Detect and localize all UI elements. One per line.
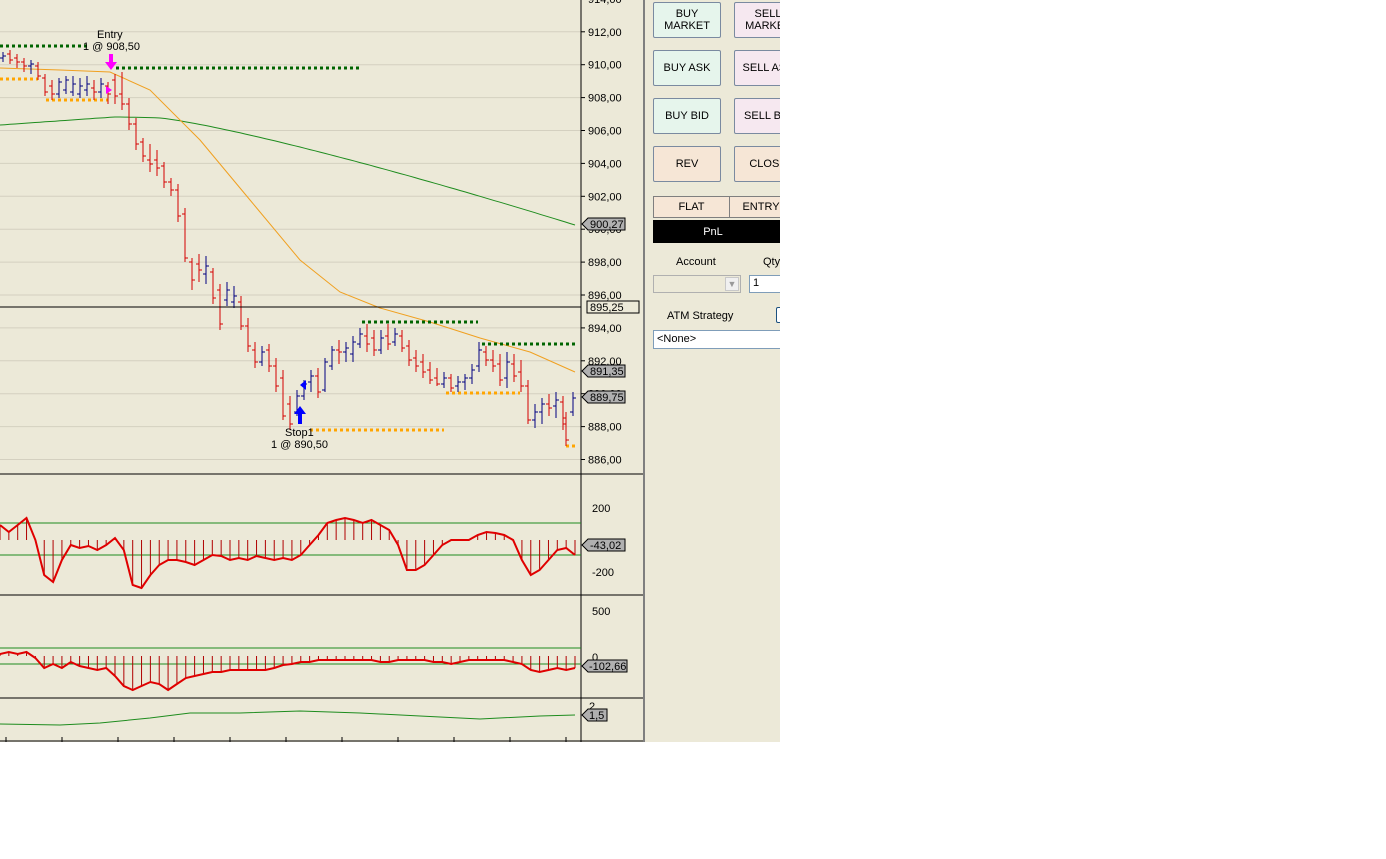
cci-line (0, 516, 576, 590)
price-tick-label: 910,00 (588, 60, 622, 72)
p4-value: 1,5 (589, 710, 604, 722)
chart-panel[interactable]: Entry 1 @ 908,50 Stop1 1 @ 890,50 914,00… (0, 0, 644, 742)
sell-bid-button[interactable]: SELL BID (734, 98, 780, 134)
price-marker-label: 895,25 (590, 302, 624, 314)
stop-arrow-icon (294, 406, 306, 414)
buy-ask-button[interactable]: BUY ASK (653, 50, 721, 86)
entry-arrow-shaft (109, 54, 113, 62)
price-tick-label: 904,00 (588, 158, 622, 170)
entry-fill-marker (106, 86, 112, 94)
p4-line (0, 710, 576, 726)
price-tick-label: 886,00 (588, 455, 622, 467)
slow-ma-line (0, 116, 576, 226)
fast-moving-average (0, 67, 576, 373)
quantity-input[interactable]: 1 (749, 275, 780, 293)
price-tick-label: 914,00 (588, 0, 622, 6)
p3-value: -102,66 (589, 661, 626, 673)
price-tick-label: 908,00 (588, 93, 622, 105)
stop-fill-marker (300, 380, 306, 390)
position-flat: FLAT (653, 196, 730, 218)
price-marker-label: 900,27 (590, 219, 624, 231)
cci-tick-label: 200 (592, 503, 610, 515)
buy-market-button[interactable]: BUY MARKET (653, 2, 721, 38)
stop-label: Stop1 (285, 427, 314, 439)
line-indicator-panel: 21,5 (0, 701, 608, 726)
price-bars (0, 50, 576, 446)
price-tick-label: 902,00 (588, 191, 622, 203)
p3-tick-label: 500 (592, 606, 610, 618)
order-entry-panel: BUY MARKET SELL MARKET BUY ASK SELL ASK … (645, 0, 780, 742)
price-tick-label: 912,00 (588, 27, 622, 39)
slow-moving-average (0, 116, 576, 226)
chevron-down-icon[interactable]: ▼ (725, 277, 739, 291)
account-label: Account (676, 256, 716, 268)
support-resistance-levels (0, 44, 578, 448)
price-marker-label: 889,75 (590, 392, 624, 404)
entry-detail: 1 @ 908,50 (83, 41, 140, 53)
fast-ma-line (0, 67, 576, 373)
price-tick-label: 898,00 (588, 257, 622, 269)
stop-arrow-shaft (298, 414, 302, 424)
cci-value: -43,02 (590, 540, 621, 552)
stop-detail: 1 @ 890,50 (271, 439, 328, 451)
position-row: FLAT ENTRY (653, 196, 780, 219)
close-button[interactable]: CLOSE (734, 146, 780, 182)
price-tick-label: 906,00 (588, 126, 622, 138)
atm-strategy-label: ATM Strategy (667, 310, 734, 322)
sell-ask-button[interactable]: SELL ASK (734, 50, 780, 86)
cci-indicator-panel: 200 -200 -43,02 (0, 503, 626, 590)
entry-arrow-icon (105, 62, 117, 70)
price-tick-label: 888,00 (588, 422, 622, 434)
sell-market-button[interactable]: SELL MARKET (734, 2, 780, 38)
price-marker-label: 891,35 (590, 366, 624, 378)
entry-label: Entry (97, 29, 123, 41)
atm-strategy-button[interactable] (776, 307, 780, 323)
account-select[interactable]: ▼ (653, 275, 741, 293)
price-chart[interactable]: Entry 1 @ 908,50 Stop1 1 @ 890,50 914,00… (0, 0, 644, 742)
p3-line (0, 650, 576, 692)
buy-bid-button[interactable]: BUY BID (653, 98, 721, 134)
price-tick-label: 896,00 (588, 290, 622, 302)
price-tick-label: 894,00 (588, 323, 622, 335)
pnl-display: PnL (653, 220, 780, 243)
atm-strategy-select[interactable]: <None> (653, 330, 780, 349)
qty-label: Qty (763, 256, 780, 268)
cci-tick-label: -200 (592, 567, 614, 579)
chart-grid (0, 0, 643, 742)
reverse-button[interactable]: REV (653, 146, 721, 182)
position-entry: ENTRY (729, 196, 780, 218)
histogram-indicator-panel: 5000-102,66 (0, 606, 628, 692)
price-markers: 900,27 895,25 891,35 889,75 (0, 217, 640, 404)
